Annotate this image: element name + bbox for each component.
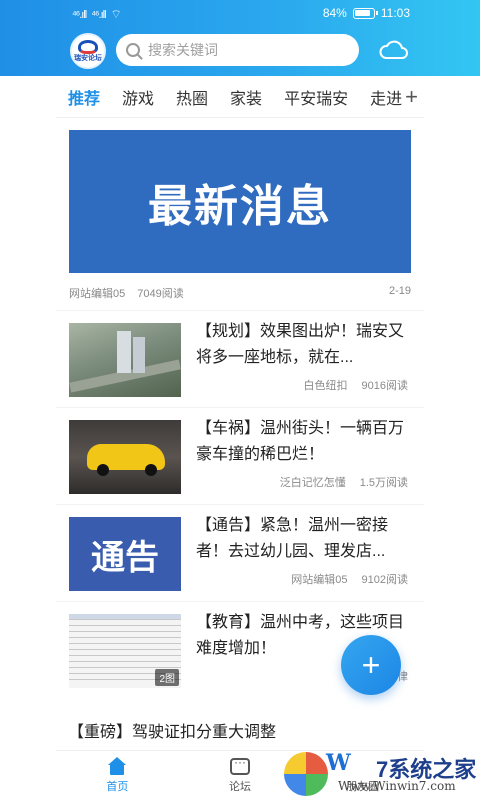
wifi-icon: ⌔ xyxy=(110,7,122,21)
news-item[interactable]: 通告 【通告】紧急！温州一密接者！去过幼儿园、理发店... 网站编辑05 910… xyxy=(56,504,424,601)
nav-forum-label: 论坛 xyxy=(229,780,251,793)
watermark-url: Www.Winwin7.com xyxy=(338,779,456,793)
banner-author: 网站编辑05 xyxy=(69,288,126,300)
clock-time: 11:03 xyxy=(380,6,410,20)
battery-percent: 84% xyxy=(322,6,347,20)
news-item[interactable]: 【车祸】温州街头！一辆百万豪车撞的稀巴烂！ 泛白记忆怎懂 1.5万阅读 xyxy=(56,407,424,504)
search-icon xyxy=(126,43,140,57)
news-thumbnail: 通告 xyxy=(69,517,181,591)
forum-icon xyxy=(230,755,250,775)
thumbnail-text: 通告 xyxy=(91,538,159,577)
tab-explore[interactable]: 走进 xyxy=(370,85,402,109)
windows-logo-icon xyxy=(284,752,328,796)
app-header: ⁴⁶.ıll ⁴⁶.ıll ⌔ 84% 11:03 瑞安论坛 搜索关键词 xyxy=(0,0,480,76)
news-reads: 9102阅读 xyxy=(361,574,408,586)
news-author: 白色纽扣 xyxy=(303,380,348,392)
banner-meta: 网站编辑05 7049阅读 2-19 xyxy=(69,285,411,301)
app-logo[interactable]: 瑞安论坛 xyxy=(70,33,106,69)
news-item[interactable]: 【规划】效果图出炉！瑞安又将多一座地标，就在... 白色纽扣 9016阅读 xyxy=(56,310,424,407)
category-tabs: 推荐 游戏 热圈 家装 平安瑞安 走进 + xyxy=(56,76,424,118)
logo-text: 瑞安论坛 xyxy=(74,54,102,62)
tab-games[interactable]: 游戏 xyxy=(122,85,154,109)
news-title: 【通告】紧急！温州一密接者！去过幼儿园、理发店... xyxy=(196,517,389,560)
tab-home-decor[interactable]: 家装 xyxy=(230,85,262,109)
battery-icon xyxy=(352,7,378,19)
logo-mark-icon xyxy=(78,39,98,54)
signal-icon-2: ⁴⁶.ıll xyxy=(91,8,106,21)
news-thumbnail xyxy=(69,323,181,397)
news-thumbnail: 2图 xyxy=(69,614,181,688)
news-title: 【规划】效果图出炉！瑞安又将多一座地标，就在... xyxy=(196,323,405,366)
news-author: 网站编辑05 xyxy=(291,574,348,586)
news-thumbnail xyxy=(69,420,181,494)
nav-home-label: 首页 xyxy=(106,781,129,793)
search-input[interactable]: 搜索关键词 xyxy=(116,34,359,66)
cloud-icon[interactable] xyxy=(378,38,408,62)
home-icon xyxy=(107,757,127,775)
watermark-brand: W xyxy=(326,750,351,776)
news-title: 【车祸】温州街头！一辆百万豪车撞的稀巴烂！ xyxy=(196,420,405,463)
image-count-badge: 2图 xyxy=(155,669,179,686)
status-bar: ⁴⁶.ıll ⁴⁶.ıll ⌔ 84% 11:03 xyxy=(0,0,480,28)
add-tab-button[interactable]: + xyxy=(405,84,418,110)
banner-reads: 7049阅读 xyxy=(137,288,184,300)
news-reads: 1.5万阅读 xyxy=(359,477,408,489)
banner-date: 2-19 xyxy=(388,285,411,297)
nav-home[interactable]: 首页 xyxy=(56,751,179,800)
banner-text: 最新消息 xyxy=(148,181,332,231)
tab-recommend[interactable]: 推荐 xyxy=(68,85,100,109)
watermark: W 7系统之家 Www.Winwin7.com xyxy=(280,748,480,800)
headline-news-title[interactable]: 【重磅】驾驶证扣分重大调整 xyxy=(68,718,276,742)
post-fab-button[interactable]: + xyxy=(341,635,401,695)
signal-icon: ⁴⁶.ıll xyxy=(72,8,87,21)
news-reads: 9016阅读 xyxy=(361,380,408,392)
news-author: 泛白记忆怎懂 xyxy=(279,477,346,489)
search-placeholder: 搜索关键词 xyxy=(148,42,218,58)
banner-image[interactable]: 最新消息 xyxy=(69,130,411,273)
tab-pingan-ruian[interactable]: 平安瑞安 xyxy=(284,85,348,109)
tab-hot-circle[interactable]: 热圈 xyxy=(176,85,208,109)
